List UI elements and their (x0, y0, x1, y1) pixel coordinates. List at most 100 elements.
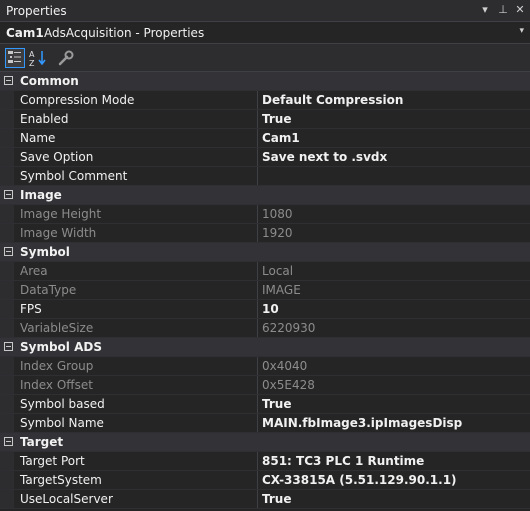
property-value[interactable]: 10 (257, 300, 530, 318)
row-margin (0, 205, 14, 223)
property-name: Symbol Comment (20, 169, 128, 183)
object-selector[interactable]: Cam1 AdsAcquisition - Properties ▾ (0, 22, 530, 44)
property-pages-button[interactable] (56, 48, 76, 68)
row-margin (0, 452, 14, 470)
row-margin (0, 490, 14, 508)
category-row[interactable]: Common (0, 72, 530, 91)
property-value[interactable]: Cam1 (257, 129, 530, 147)
category-row[interactable]: Symbol ADS (0, 338, 530, 357)
object-name: Cam1 (6, 26, 44, 40)
property-name: Compression Mode (20, 93, 135, 107)
properties-title-bar: Properties ▾ ⊥ ✕ (0, 0, 530, 22)
property-value[interactable]: 851: TC3 PLC 1 Runtime (257, 452, 530, 470)
row-margin (0, 281, 14, 299)
property-row[interactable]: Area Local (0, 262, 530, 281)
row-margin (0, 129, 14, 147)
property-name: Index Group (20, 359, 94, 373)
property-name: Target Port (20, 454, 85, 468)
categorized-icon (8, 51, 21, 63)
property-name: Save Option (20, 150, 94, 164)
row-margin (0, 110, 14, 128)
row-margin (0, 262, 14, 280)
property-value: 6220930 (257, 319, 530, 337)
property-row[interactable]: Symbol Name MAIN.fbImage3.ipImagesDisp (0, 414, 530, 433)
row-margin (0, 471, 14, 489)
window-title: Properties (6, 4, 67, 18)
property-name: FPS (20, 302, 42, 316)
property-row[interactable]: Index Offset 0x5E428 (0, 376, 530, 395)
category-name: Image (20, 188, 62, 202)
alphabetical-sort-icon: A Z (29, 50, 46, 68)
property-name: TargetSystem (20, 473, 102, 487)
svg-text:Z: Z (29, 59, 35, 68)
close-icon[interactable]: ✕ (513, 3, 527, 17)
property-row[interactable]: TargetSystem CX-33815A (5.51.129.90.1.1) (0, 471, 530, 490)
property-name: Image Height (20, 207, 102, 221)
alphabetical-button[interactable]: A Z (28, 48, 48, 68)
row-margin (0, 148, 14, 166)
property-row[interactable]: Target Port 851: TC3 PLC 1 Runtime (0, 452, 530, 471)
category-name: Symbol (20, 245, 70, 259)
property-value: 1080 (257, 205, 530, 223)
property-row[interactable]: UseLocalServer True (0, 490, 530, 509)
property-value[interactable]: Default Compression (257, 91, 530, 109)
window-dropdown-icon[interactable]: ▾ (478, 3, 492, 17)
property-pages-wrench-icon (58, 50, 74, 66)
property-row[interactable]: VariableSize 6220930 (0, 319, 530, 338)
category-name: Target (20, 435, 64, 449)
property-name: Symbol based (20, 397, 105, 411)
category-row[interactable]: Symbol (0, 243, 530, 262)
property-row[interactable]: Enabled True (0, 110, 530, 129)
property-row[interactable]: Index Group 0x4040 (0, 357, 530, 376)
svg-text:A: A (29, 50, 35, 59)
pin-icon[interactable]: ⊥ (496, 3, 510, 17)
property-value[interactable]: CX-33815A (5.51.129.90.1.1) (257, 471, 530, 489)
row-margin (0, 224, 14, 242)
properties-toolbar: A Z (0, 44, 530, 72)
property-name: Image Width (20, 226, 97, 240)
category-row[interactable]: Target (0, 433, 530, 452)
row-margin (0, 91, 14, 109)
categorized-button[interactable] (5, 48, 25, 68)
row-margin (0, 300, 14, 318)
property-row[interactable]: Name Cam1 (0, 129, 530, 148)
row-margin (0, 376, 14, 394)
chevron-down-icon[interactable]: ▾ (519, 26, 524, 36)
collapse-icon[interactable] (4, 76, 13, 85)
property-name: DataType (20, 283, 77, 297)
property-row[interactable]: DataType IMAGE (0, 281, 530, 300)
property-value[interactable]: Save next to .svdx (257, 148, 530, 166)
property-value[interactable]: True (257, 490, 530, 508)
collapse-icon[interactable] (4, 437, 13, 446)
row-margin (0, 319, 14, 337)
property-grid: Common Compression Mode Default Compressio… (0, 72, 530, 511)
category-row[interactable]: Image (0, 186, 530, 205)
property-name: Name (20, 131, 56, 145)
category-name: Common (20, 74, 79, 88)
collapse-icon[interactable] (4, 190, 13, 199)
property-row[interactable]: Symbol based True (0, 395, 530, 414)
property-row[interactable]: Image Width 1920 (0, 224, 530, 243)
property-name: VariableSize (20, 321, 94, 335)
property-value[interactable]: True (257, 110, 530, 128)
property-value: Local (257, 262, 530, 280)
collapse-icon[interactable] (4, 247, 13, 256)
property-row[interactable]: Symbol Comment (0, 167, 530, 186)
property-value[interactable] (257, 167, 530, 185)
property-row[interactable]: Image Height 1080 (0, 205, 530, 224)
property-row[interactable]: FPS 10 (0, 300, 530, 319)
property-value[interactable]: MAIN.fbImage3.ipImagesDisp (257, 414, 530, 432)
row-margin (0, 167, 14, 185)
property-name: UseLocalServer (20, 492, 113, 506)
collapse-icon[interactable] (4, 342, 13, 351)
property-name: Index Offset (20, 378, 93, 392)
object-type: AdsAcquisition - Properties (44, 26, 205, 40)
row-margin (0, 414, 14, 432)
property-row[interactable]: Compression Mode Default Compression (0, 91, 530, 110)
property-value: 0x5E428 (257, 376, 530, 394)
property-row[interactable]: Save Option Save next to .svdx (0, 148, 530, 167)
property-value: IMAGE (257, 281, 530, 299)
property-name: Enabled (20, 112, 69, 126)
property-value[interactable]: True (257, 395, 530, 413)
category-name: Symbol ADS (20, 340, 102, 354)
